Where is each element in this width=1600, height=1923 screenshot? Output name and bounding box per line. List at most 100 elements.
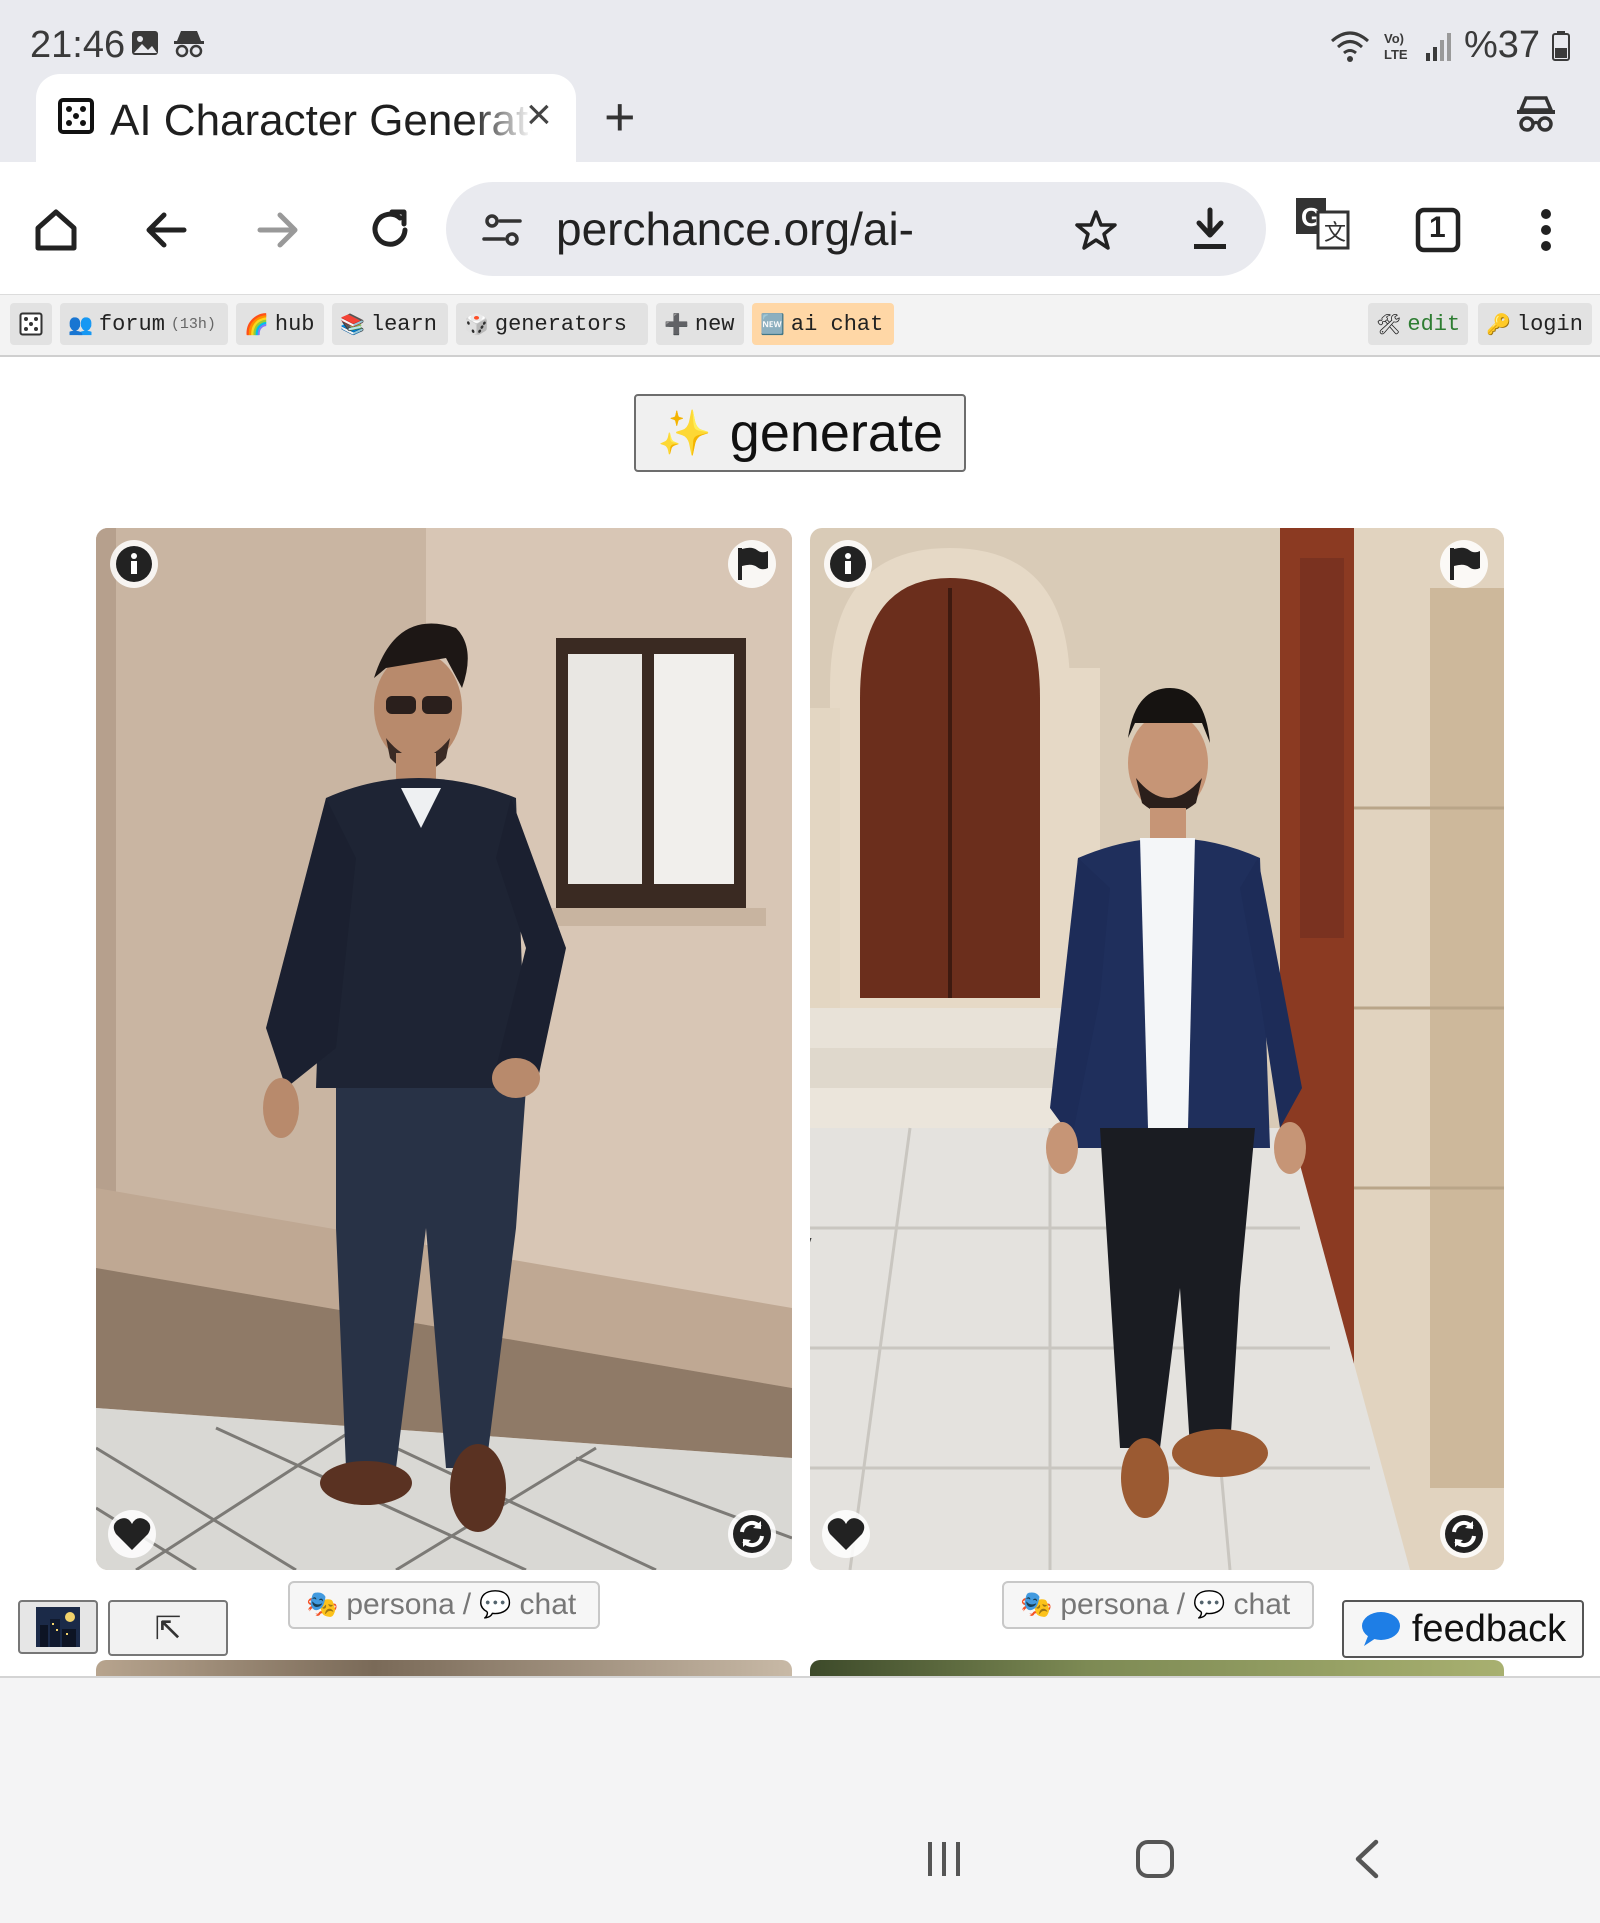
battery-percent: %37 [1463, 24, 1540, 66]
back-button[interactable] [138, 202, 194, 258]
theater-masks-icon: 🎭 [306, 1590, 339, 1620]
tab-strip: AI Character Generator × + [0, 74, 1600, 164]
svg-text:文: 文 [1324, 221, 1346, 246]
nav-new-label: new [694, 311, 735, 337]
recent-apps-icon[interactable] [924, 1838, 964, 1878]
battery-icon [1552, 30, 1570, 61]
incognito-icon[interactable] [1514, 92, 1558, 136]
character-image-card[interactable] [96, 528, 792, 1570]
nav-login[interactable]: 🔑 login [1478, 303, 1592, 345]
key-icon: 🔑 [1486, 312, 1511, 336]
home-button[interactable] [28, 202, 84, 258]
perchance-nav-bar: 👥 forum (13h) 🌈 hub 📚 learn 🎲 generators… [0, 294, 1600, 357]
speech-bubble-icon: 💬 [479, 1590, 512, 1620]
persona-chat-button[interactable]: 🎭 persona / 💬 chat [288, 1581, 600, 1629]
url-text[interactable]: perchance.org/ai-character-generator [556, 202, 916, 256]
wifi-icon [1330, 31, 1369, 62]
character-image [96, 528, 792, 1570]
gallery-icon [132, 31, 158, 55]
report-flag-button[interactable] [1440, 540, 1488, 588]
background-theme-button[interactable] [18, 1600, 98, 1654]
chat-label: chat [1233, 1588, 1291, 1621]
nav-edit[interactable]: 🛠 edit [1368, 303, 1468, 345]
bookmark-star-icon[interactable] [1074, 208, 1118, 252]
dice-favicon-icon [58, 98, 94, 134]
volte-icon: Vo)LTE [1384, 31, 1408, 62]
tab-count: 1 [1429, 211, 1446, 244]
next-card-preview [810, 1660, 1504, 1676]
nav-learn[interactable]: 📚 learn [332, 303, 448, 345]
home-nav-icon[interactable] [1134, 1838, 1176, 1880]
flag-icon [738, 547, 768, 580]
report-flag-button[interactable] [728, 540, 776, 588]
nav-edit-label: edit [1407, 311, 1461, 337]
reload-icon [372, 209, 408, 247]
night-city-icon [36, 1607, 80, 1647]
persona-label: persona [346, 1588, 455, 1621]
tools-icon: 🛠 [1376, 312, 1402, 336]
sparkles-icon: ✨ [657, 408, 712, 459]
separator: / [1176, 1588, 1186, 1621]
browser-toolbar: perchance.org/ai-character-generator G文 … [0, 162, 1600, 294]
status-notification-icons [130, 28, 206, 58]
chat-label: chat [519, 1588, 577, 1621]
tab-switcher-button[interactable]: 1 [1410, 202, 1466, 258]
forum-people-icon: 👥 [68, 312, 93, 336]
nav-login-label: login [1516, 311, 1583, 337]
new-badge-icon: 🆕 [760, 312, 785, 336]
back-nav-icon[interactable] [1350, 1838, 1384, 1880]
next-card-preview [96, 1660, 792, 1676]
theater-masks-icon: 🎭 [1020, 1590, 1053, 1620]
menu-button[interactable] [1518, 202, 1574, 258]
download-icon[interactable] [1188, 206, 1232, 252]
nav-generators[interactable]: 🎲 generators [456, 303, 648, 345]
refresh-icon [733, 1515, 771, 1553]
site-settings-icon[interactable] [482, 210, 522, 250]
home-icon [35, 209, 77, 251]
translate-icon: G文 [1296, 198, 1350, 250]
nav-learn-label: learn [370, 311, 437, 337]
tab-close-button[interactable]: × [526, 90, 552, 140]
feedback-button[interactable]: feedback [1342, 1600, 1584, 1658]
favorite-button[interactable] [108, 1510, 156, 1558]
status-right-icons: Vo) LTE %37 [1330, 24, 1570, 67]
regenerate-button[interactable] [728, 1510, 776, 1558]
favorite-button[interactable] [822, 1510, 870, 1558]
translate-button[interactable]: G文 [1294, 196, 1350, 252]
dice-emoji-icon: 🎲 [464, 312, 489, 336]
generate-label: generate [729, 403, 943, 463]
nav-new[interactable]: ➕ new [656, 303, 744, 345]
nav-forum-label: forum [98, 311, 165, 337]
info-button[interactable] [824, 540, 872, 588]
address-bar[interactable]: perchance.org/ai-character-generator [446, 182, 1266, 276]
forward-button[interactable] [250, 202, 306, 258]
plus-icon: ➕ [664, 312, 689, 336]
character-image-card[interactable] [810, 528, 1504, 1570]
character-image [810, 528, 1504, 1570]
rainbow-icon: 🌈 [244, 312, 269, 336]
forward-arrow-icon [257, 212, 298, 248]
regenerate-button[interactable] [1440, 1510, 1488, 1558]
speech-bubble-icon: 💬 [1193, 1590, 1226, 1620]
info-button[interactable] [110, 540, 158, 588]
speech-balloon-icon [1361, 1612, 1400, 1646]
flag-icon [1450, 547, 1480, 580]
reload-button[interactable] [362, 202, 418, 258]
generate-button[interactable]: ✨ generate [634, 394, 966, 472]
nav-hub[interactable]: 🌈 hub [236, 303, 324, 345]
heart-icon [827, 1518, 865, 1550]
browser-tab[interactable]: AI Character Generator × [36, 74, 576, 164]
status-bar: 21:46 Vo) LTE %37 [0, 0, 1600, 82]
separator: / [462, 1588, 472, 1621]
persona-chat-button[interactable]: 🎭 persona / 💬 chat [1002, 1581, 1314, 1629]
info-icon [116, 546, 152, 582]
nav-forum[interactable]: 👥 forum (13h) [60, 303, 228, 345]
status-time: 21:46 [30, 24, 126, 66]
perchance-home-link[interactable] [10, 303, 52, 345]
collapse-button[interactable]: ⇱ [108, 1600, 228, 1656]
back-arrow-icon [146, 212, 187, 248]
nav-forum-meta: (13h) [170, 315, 216, 333]
new-tab-button[interactable]: + [604, 86, 636, 148]
nav-ai-chat[interactable]: 🆕 ai chat [752, 303, 894, 345]
nav-generators-label: generators [494, 311, 627, 337]
